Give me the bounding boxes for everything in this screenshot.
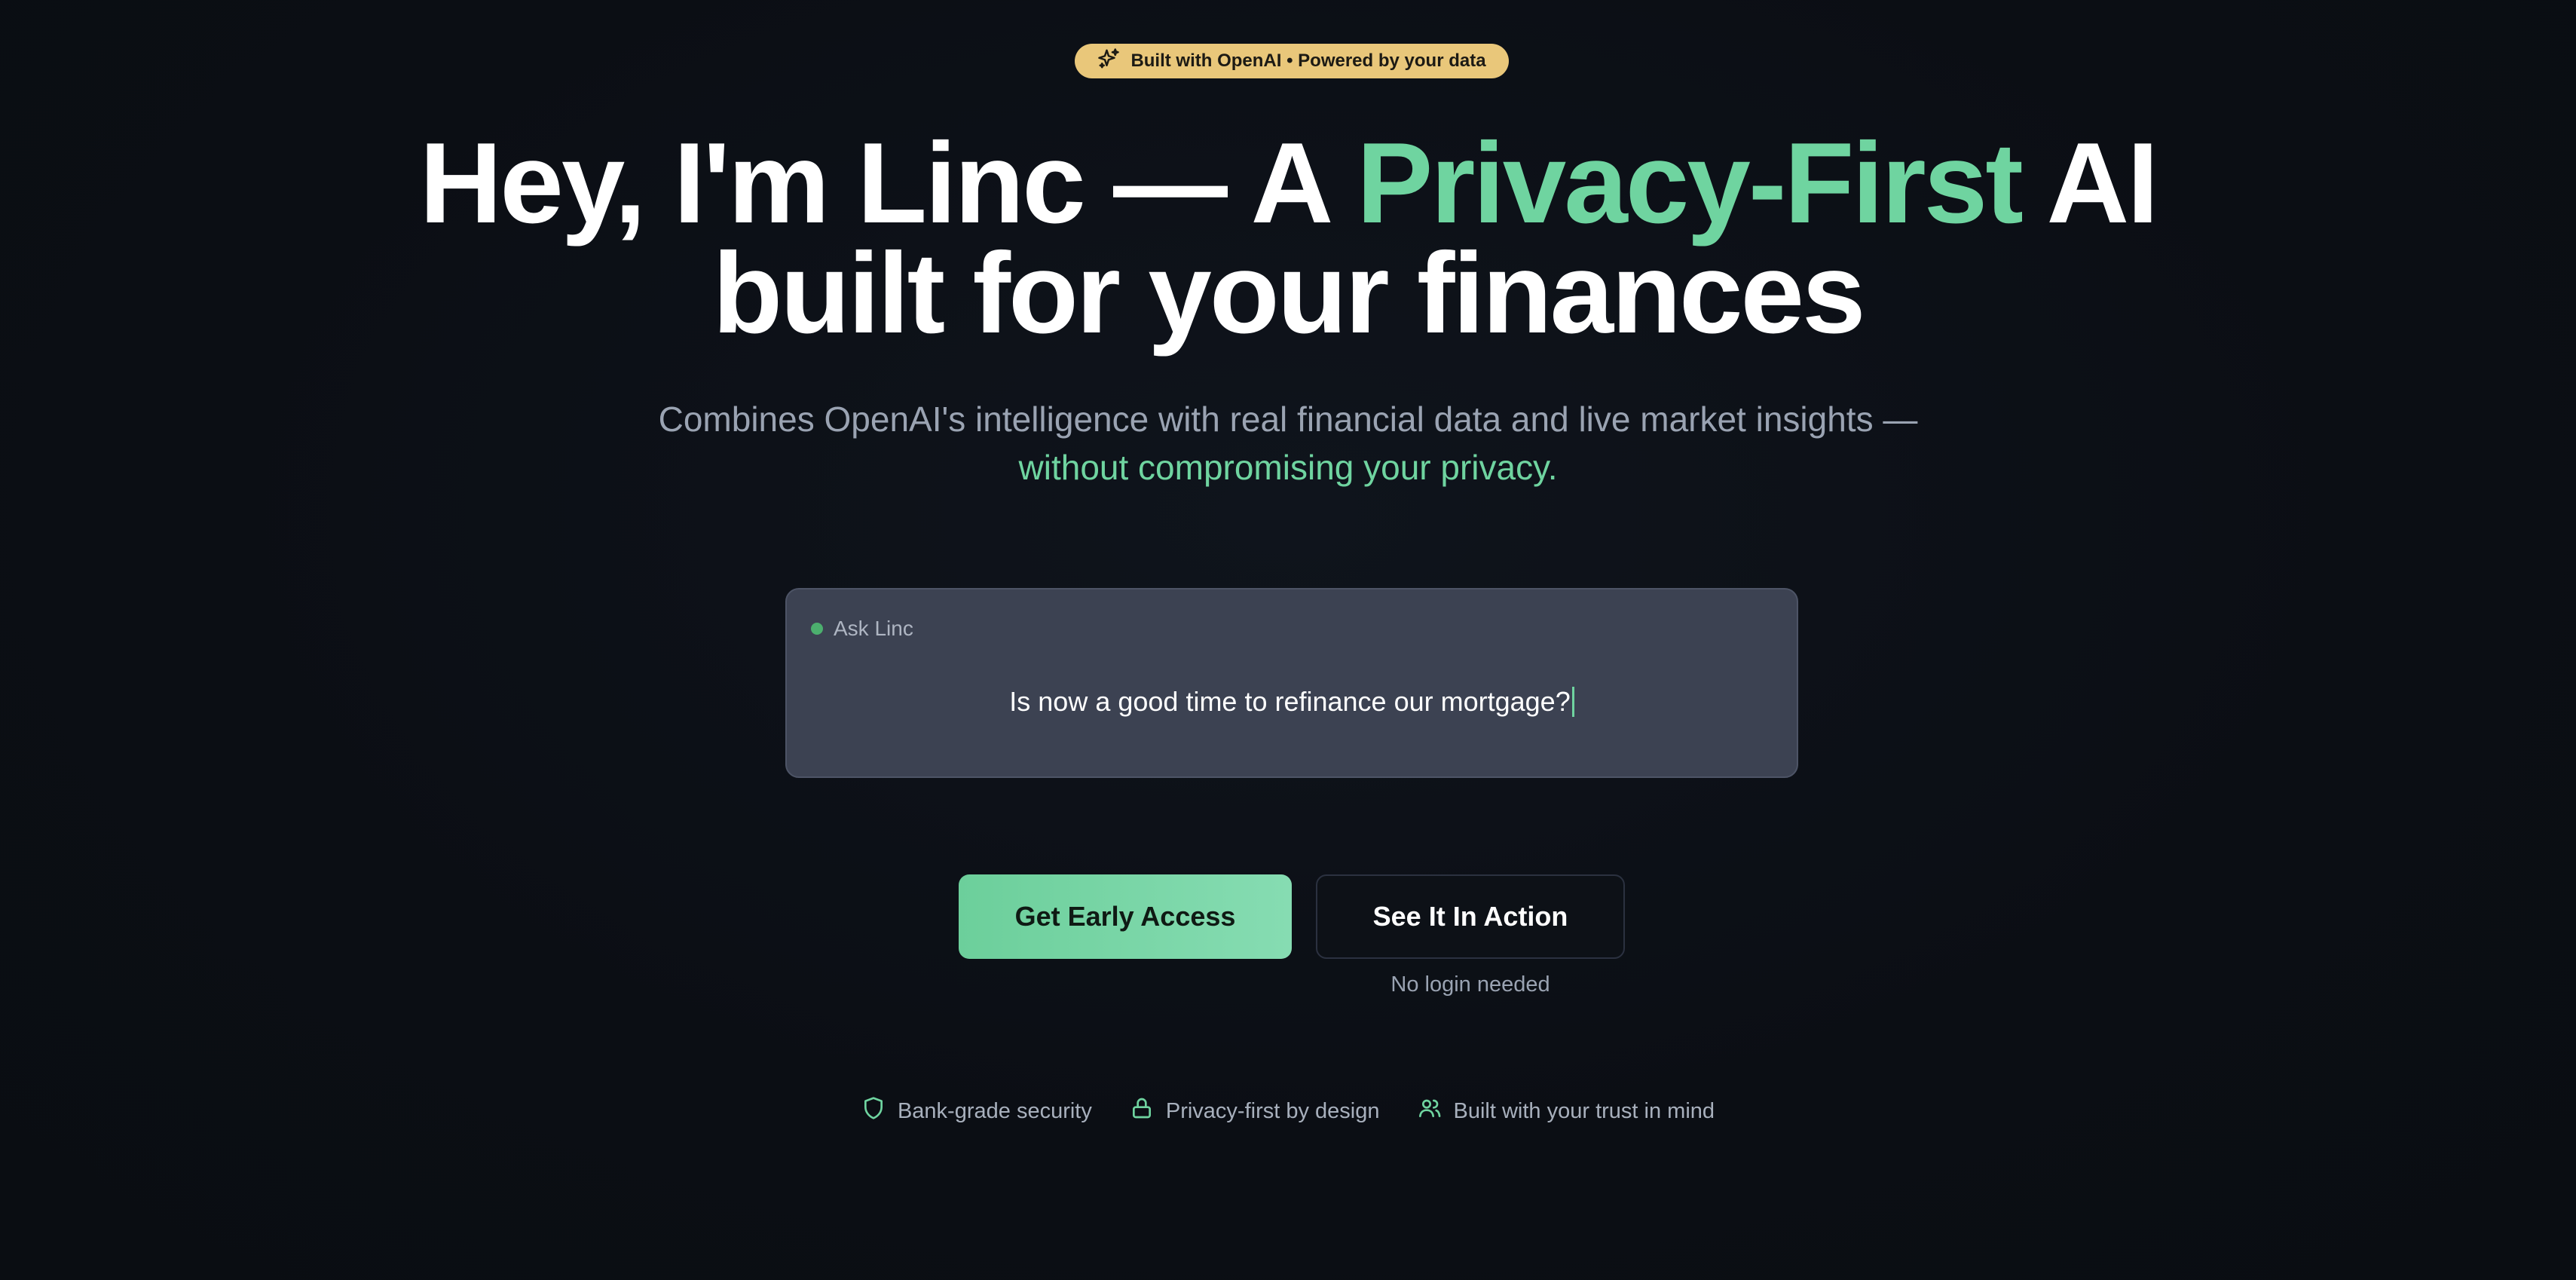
trust-label: Built with your trust in mind [1453,1098,1715,1123]
ask-query-input[interactable]: Is now a good time to refinance our mort… [787,686,1797,718]
hero-subheadline: Combines OpenAI's intelligence with real… [0,395,2576,491]
headline-line2: built for your finances [712,229,1865,357]
headline-part2: AI [2021,119,2158,247]
ask-query-text: Is now a good time to refinance our mort… [1009,686,1571,717]
trust-item-privacy: Privacy-first by design [1130,1096,1380,1126]
lock-icon [1130,1096,1154,1126]
trust-indicators: Bank-grade security Privacy-first by des… [0,1096,2576,1126]
landing-page: Built with OpenAI • Powered by your data… [0,0,2576,1280]
hero-headline: Hey, I'm Linc — A Privacy-First AI built… [0,126,2576,351]
headline-part1: Hey, I'm Linc — A [419,119,1357,247]
trust-item-security: Bank-grade security [861,1096,1092,1126]
status-dot-icon [811,623,823,635]
sparkles-icon [1097,47,1120,75]
ask-label: Ask Linc [811,617,913,641]
see-it-in-action-button[interactable]: See It In Action [1316,874,1625,959]
subheadline-line2: without compromising your privacy. [1018,448,1558,487]
ask-linc-card[interactable]: Ask Linc Is now a good time to refinance… [785,588,1798,778]
trust-item-trust: Built with your trust in mind [1418,1096,1715,1126]
shield-icon [861,1096,886,1126]
ask-label-text: Ask Linc [834,617,913,640]
subheadline-line1: Combines OpenAI's intelligence with real… [658,400,1918,439]
announcement-badge: Built with OpenAI • Powered by your data [1075,44,1509,78]
trust-label: Privacy-first by design [1165,1098,1380,1123]
no-login-note: No login needed [1390,972,1550,997]
badge-text: Built with OpenAI • Powered by your data [1130,51,1486,71]
headline-accent: Privacy-First [1356,119,2024,247]
trust-label: Bank-grade security [897,1098,1092,1123]
get-early-access-button[interactable]: Get Early Access [959,874,1292,959]
users-icon [1418,1096,1442,1126]
text-caret [1571,687,1574,717]
